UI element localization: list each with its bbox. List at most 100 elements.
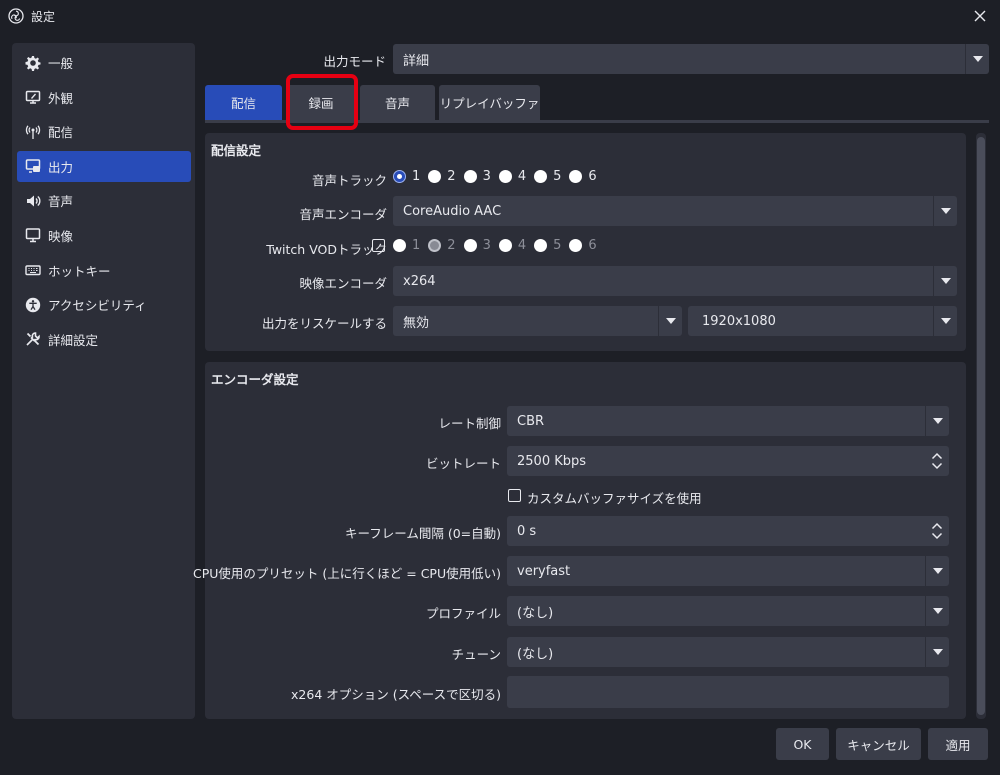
audio-track-radio-6[interactable]: 6	[569, 169, 597, 184]
cpu-preset-value: veryfast	[517, 563, 571, 579]
stream-settings-title: 配信設定	[211, 143, 262, 158]
profile-select[interactable]: (なし)	[507, 596, 949, 626]
speaker-icon	[27, 195, 41, 207]
bitrate-label: ビットレート	[425, 456, 501, 471]
twitch-vod-radio-6[interactable]: 6	[569, 238, 597, 253]
twitch-vod-radio-2[interactable]: 2	[428, 238, 456, 253]
title-bar: 設定	[0, 0, 1000, 32]
audio-track-label: 音声トラック	[311, 173, 387, 188]
chevron-up-icon[interactable]	[931, 452, 943, 460]
keyframe-label: キーフレーム間隔 (0=自動)	[344, 526, 501, 541]
chevron-down-icon	[925, 596, 949, 626]
chevron-down-icon[interactable]	[931, 462, 943, 470]
sidebar-item-label: 詳細設定	[48, 332, 99, 348]
sidebar-item-hotkeys[interactable]: ホットキー	[17, 255, 191, 286]
audio-track-radios: 1 2 3 4 5 6	[393, 169, 605, 184]
rate-control-label: レート制御	[438, 416, 501, 431]
audio-track-radio-2[interactable]: 2	[428, 169, 456, 184]
x264-options-label: x264 オプション (スペースで区切る)	[291, 687, 501, 702]
chevron-down-icon	[925, 637, 949, 667]
twitch-vod-radio-3[interactable]: 3	[463, 238, 491, 253]
chevron-down-icon	[933, 306, 957, 336]
twitch-vod-checkbox[interactable]	[372, 239, 385, 252]
sidebar-item-label: 音声	[48, 194, 74, 210]
sidebar-item-stream[interactable]: 配信	[17, 116, 191, 147]
keyframe-spinbox[interactable]: 0 s	[507, 516, 949, 546]
sidebar-item-general[interactable]: 一般	[17, 47, 191, 78]
window-title: 設定	[31, 9, 56, 24]
rescale-value: 無効	[403, 315, 430, 331]
keyframe-value: 0 s	[517, 523, 537, 539]
tools-icon	[26, 332, 40, 346]
sidebar-item-audio[interactable]: 音声	[17, 185, 191, 216]
sidebar-item-accessibility[interactable]: アクセシビリティ	[17, 289, 191, 320]
settings-sidebar: 一般 外観 配信 出力 音声 映像 ホットキー アクセシビリティ 詳細設定	[12, 43, 195, 719]
twitch-vod-radio-5[interactable]: 5	[534, 238, 561, 253]
tab-stream[interactable]: 配信	[205, 85, 282, 120]
obs-logo-icon	[8, 8, 24, 24]
chevron-up-icon[interactable]	[931, 522, 943, 530]
cpu-preset-select[interactable]: veryfast	[507, 556, 949, 586]
twitch-vod-radio-4[interactable]: 4	[498, 238, 526, 253]
x264-options-input[interactable]	[507, 676, 949, 708]
encoder-settings-title: エンコーダ設定	[211, 372, 299, 387]
sidebar-item-label: 映像	[48, 228, 74, 244]
twitch-vod-label: Twitch VODトラック	[266, 242, 387, 257]
twitch-vod-radio-1[interactable]: 1	[393, 238, 420, 253]
chevron-down-icon	[925, 406, 949, 436]
output-icon	[25, 159, 41, 174]
profile-value: (なし)	[517, 605, 554, 621]
audio-encoder-label: 音声エンコーダ	[299, 207, 387, 222]
ok-button[interactable]: OK	[776, 728, 829, 760]
audio-encoder-select[interactable]: CoreAudio AAC	[393, 196, 957, 226]
rescale-label: 出力をリスケールする	[261, 316, 387, 331]
tab-replay-buffer[interactable]: リプレイバッファ	[439, 85, 540, 120]
sidebar-item-output[interactable]: 出力	[17, 150, 191, 182]
scrollbar-thumb[interactable]	[977, 137, 985, 715]
output-mode-select[interactable]: 詳細	[393, 44, 989, 74]
sidebar-item-label: ホットキー	[48, 263, 111, 279]
cancel-button[interactable]: キャンセル	[836, 728, 921, 760]
bitrate-spinbox[interactable]: 2500 Kbps	[507, 446, 949, 476]
sidebar-item-video[interactable]: 映像	[17, 220, 191, 251]
keyboard-icon	[25, 265, 41, 276]
tab-audio[interactable]: 音声	[360, 85, 435, 120]
tune-value: (なし)	[517, 646, 554, 662]
sidebar-item-label: 一般	[48, 56, 74, 71]
bitrate-value: 2500 Kbps	[517, 453, 587, 469]
audio-track-radio-4[interactable]: 4	[498, 169, 526, 184]
twitch-vod-radios: 1 2 3 4 5 6	[393, 238, 605, 253]
appearance-icon	[25, 90, 41, 104]
settings-scrollbar[interactable]	[976, 133, 986, 719]
audio-track-radio-5[interactable]: 5	[534, 169, 561, 184]
audio-track-radio-1[interactable]: 1	[393, 169, 420, 184]
stream-settings-panel: 配信設定 音声トラック 1 2 3 4 5 6 音声エンコーダ CoreAudi…	[205, 133, 966, 351]
gear-icon	[25, 55, 41, 71]
chevron-down-icon	[925, 556, 949, 586]
rescale-select[interactable]: 無効	[393, 306, 682, 336]
sidebar-item-label: アクセシビリティ	[48, 298, 147, 314]
video-encoder-value: x264	[403, 273, 436, 289]
monitor-icon	[25, 228, 41, 243]
chevron-down-icon[interactable]	[931, 532, 943, 540]
output-tabs: 配信 録画 音声 リプレイバッファ	[205, 85, 544, 120]
rescale-resolution-value: 1920x1080	[702, 313, 776, 329]
chevron-down-icon	[658, 306, 682, 336]
recording-tab-highlight	[286, 74, 358, 130]
rate-control-select[interactable]: CBR	[507, 406, 949, 436]
tune-select[interactable]: (なし)	[507, 637, 949, 667]
audio-track-radio-3[interactable]: 3	[463, 169, 491, 184]
profile-label: プロファイル	[425, 606, 501, 621]
accessibility-icon	[25, 297, 41, 312]
custom-buffer-checkbox[interactable]	[508, 489, 521, 502]
output-mode-value: 詳細	[403, 53, 430, 69]
sidebar-item-appearance[interactable]: 外観	[17, 82, 191, 113]
chevron-down-icon	[933, 266, 957, 296]
rescale-resolution-select[interactable]: 1920x1080	[688, 306, 957, 336]
close-icon[interactable]	[970, 6, 990, 26]
chevron-down-icon	[933, 196, 957, 226]
sidebar-item-advanced[interactable]: 詳細設定	[17, 324, 191, 355]
video-encoder-label: 映像エンコーダ	[299, 276, 387, 291]
video-encoder-select[interactable]: x264	[393, 266, 957, 296]
apply-button[interactable]: 適用	[928, 728, 988, 760]
